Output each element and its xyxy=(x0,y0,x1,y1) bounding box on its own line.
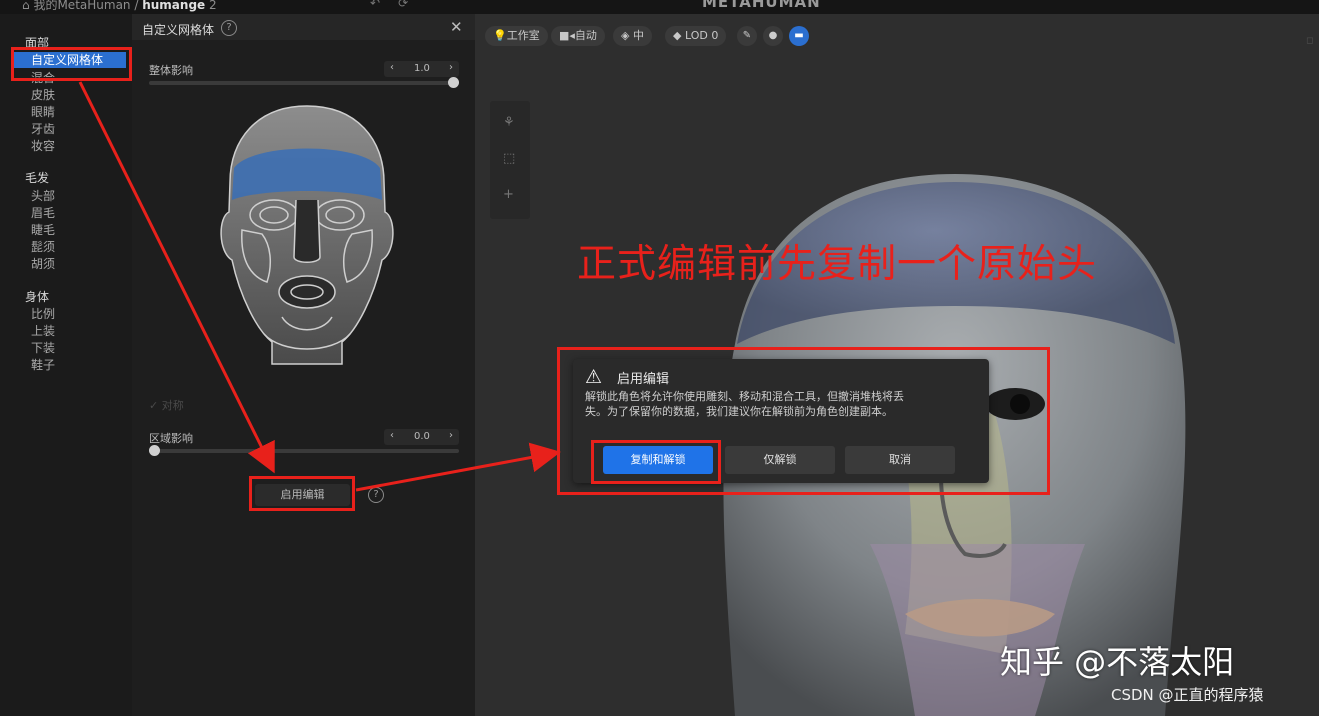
csdn-watermark: CSDN @正直的程序猿 xyxy=(1111,686,1264,704)
zhihu-watermark: 知乎 @不落太阳 xyxy=(1000,643,1235,681)
arrow-button-to-dialog xyxy=(355,442,561,492)
arrow-sidebar-to-button xyxy=(78,81,275,474)
annotation-text: 正式编辑前先复制一个原始头 xyxy=(577,242,1098,287)
annotation-arrows xyxy=(78,81,561,492)
